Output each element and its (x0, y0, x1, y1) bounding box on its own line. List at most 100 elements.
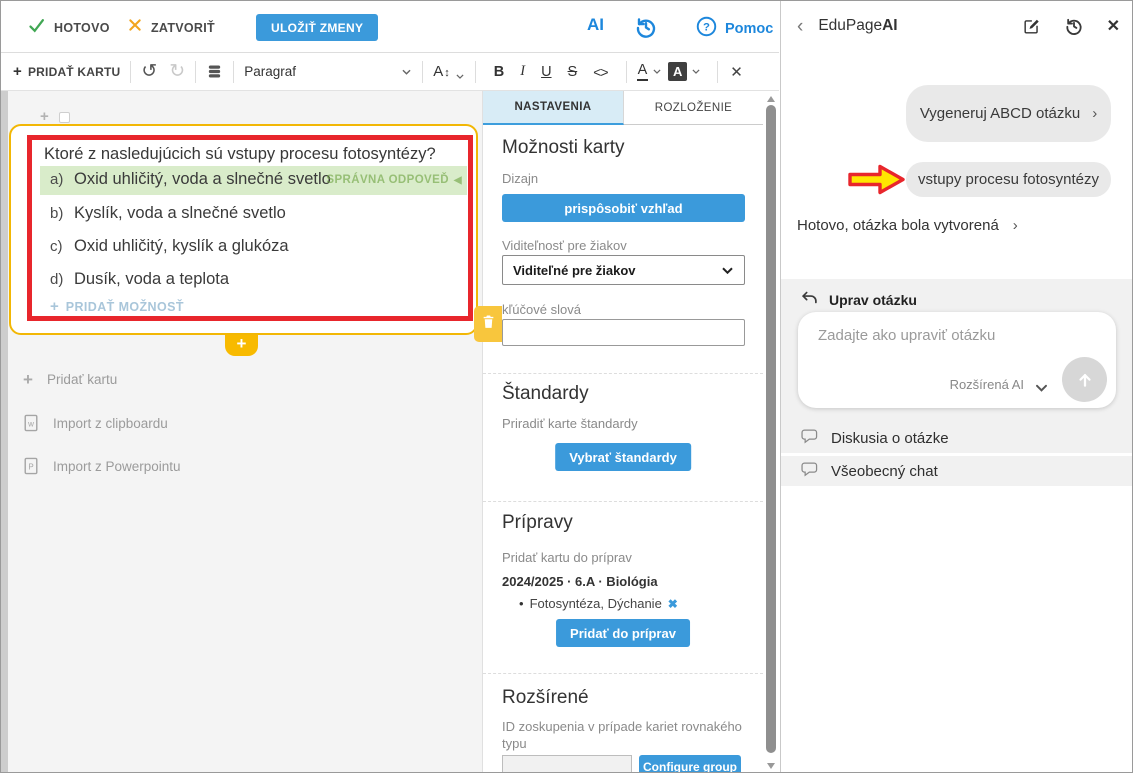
undo-icon[interactable]: ↺ (141, 62, 157, 81)
section-divider (483, 501, 763, 502)
paragraph-style-dropdown[interactable]: Paragraf (244, 64, 412, 79)
select-standards-button[interactable]: Vybrať štandardy (555, 443, 691, 471)
option-letter: d) (50, 271, 63, 288)
ai-panel-header: ‹ EduPageAI ✕ (781, 1, 1133, 51)
edit-question-header: Uprav otázku (801, 290, 917, 310)
done-button[interactable]: HOTOVO (28, 17, 110, 39)
card-options-title: Možnosti karty (502, 137, 745, 159)
tab-nastavenia[interactable]: NASTAVENIA (483, 91, 624, 125)
compose-icon[interactable] (1022, 17, 1041, 36)
import-clipboard-action[interactable]: w Import z clipboardu (23, 414, 168, 432)
svg-text:P: P (28, 463, 33, 472)
chevron-down-icon[interactable] (1035, 384, 1048, 393)
tab-rozlozenie[interactable]: ROZLOŽENIE (624, 91, 763, 125)
scrollbar-thumb[interactable] (766, 105, 776, 753)
toolbar-divider (233, 61, 234, 83)
question-card[interactable]: Ktoré z nasledujúcich sú vstupy procesu … (9, 124, 478, 335)
add-card-action[interactable]: + Pridať kartu (23, 371, 117, 388)
layers-stack-icon[interactable] (206, 63, 223, 80)
italic-button[interactable]: I (520, 63, 525, 80)
standards-subtitle: Priradiť karte štandardy (502, 416, 745, 431)
add-to-preparations-button[interactable]: Pridať do príprav (556, 619, 690, 647)
ai-toolbar-button[interactable]: AI (587, 15, 604, 35)
ai-title-suffix: AI (882, 17, 898, 34)
bold-button[interactable]: B (494, 64, 504, 80)
chevron-down-icon (691, 68, 701, 75)
chevron-down-icon (652, 68, 662, 75)
underline-button[interactable]: U (541, 64, 551, 80)
import-powerpoint-action[interactable]: P Import z Powerpointu (23, 457, 181, 475)
correct-answer-label: SPRÁVNA ODPOVEĎ (326, 174, 449, 186)
help-circle-icon: ? (696, 16, 717, 42)
visibility-select[interactable]: Viditeľné pre žiakov (502, 255, 745, 285)
font-color-letter: A (637, 62, 649, 81)
customize-appearance-button[interactable]: prispôsobiť vzhľad (502, 194, 745, 222)
edit-question-placeholder: Zadajte ako upraviť otázku (818, 327, 995, 344)
close-panel-icon[interactable]: ✕ (1107, 16, 1120, 36)
option-text[interactable]: Oxid uhličitý, kyslík a glukóza (74, 237, 289, 256)
preparations-title: Prípravy (502, 512, 745, 534)
add-option-button[interactable]: + PRIDAŤ MOŽNOSŤ (50, 298, 184, 315)
keywords-input[interactable] (502, 319, 745, 346)
ai-status-text: Hotovo, otázka bola vytvorená (797, 217, 999, 234)
option-text[interactable]: Oxid uhličitý, voda a slnečné svetlo (74, 170, 331, 189)
format-toolbar: + PRIDAŤ KARTU ↺ ↻ Paragraf A ↕ B I U S … (1, 53, 779, 91)
ai-suggestion-bubble[interactable]: Vygeneruj ABCD otázku › (906, 85, 1111, 142)
send-button[interactable] (1062, 357, 1107, 402)
edupage-editor-window: HOTOVO ZATVORIŤ ULOŽIŤ ZMENY AI ? Pomoc … (0, 0, 1133, 773)
discussion-label: Diskusia o otázke (831, 430, 949, 447)
answer-option-a[interactable]: a) Oxid uhličitý, voda a slnečné svetlo … (40, 166, 467, 195)
settings-scrollbar[interactable] (763, 91, 779, 773)
configure-group-button[interactable]: Configure group (639, 755, 741, 773)
close-document-button[interactable]: ZATVORIŤ (128, 18, 215, 37)
scroll-down-arrow-icon[interactable] (767, 763, 775, 769)
strikethrough-button[interactable]: S (568, 64, 578, 80)
design-label: Dizajn (502, 171, 745, 186)
font-size-dropdown[interactable]: A ↕ (433, 63, 465, 80)
add-option-label: PRIDAŤ MOŽNOSŤ (66, 300, 184, 314)
card-select-checkbox[interactable] (59, 112, 70, 123)
history-icon[interactable] (1064, 16, 1084, 36)
ai-panel-title: EduPageAI (818, 17, 897, 35)
general-chat-row[interactable]: Všeobecný chat (781, 456, 1133, 486)
delete-card-button[interactable] (474, 306, 502, 342)
standards-title: Štandardy (502, 383, 745, 405)
redo-icon[interactable]: ↻ (169, 62, 185, 81)
edit-question-input[interactable]: Zadajte ako upraviť otázku Rozšírená AI (798, 312, 1116, 408)
ai-title-prefix: EduPage (818, 17, 882, 34)
question-text[interactable]: Ktoré z nasledujúcich sú vstupy procesu … (44, 145, 436, 164)
discussion-row[interactable]: Diskusia o otázke (781, 423, 1133, 453)
group-id-input[interactable] (502, 755, 632, 773)
ai-model-label[interactable]: Rozšírená AI (950, 377, 1024, 392)
font-color-dropdown[interactable]: A (637, 62, 663, 81)
mini-add-icon[interactable]: + (40, 108, 49, 125)
import-powerpoint-label: Import z Powerpointu (53, 459, 181, 474)
user-prompt-bubble[interactable]: vstupy procesu fotosyntézy (906, 162, 1111, 197)
save-changes-button[interactable]: ULOŽIŤ ZMENY (256, 14, 378, 41)
option-letter: a) (50, 171, 63, 188)
code-button[interactable]: <> (593, 64, 607, 80)
correct-answer-badge: SPRÁVNA ODPOVEĎ ◀ (326, 174, 462, 186)
back-chevron-icon[interactable]: ‹ (797, 17, 803, 36)
option-text[interactable]: Dusík, voda a teplota (74, 270, 229, 289)
scroll-up-arrow-icon[interactable] (767, 96, 775, 102)
toolbar-divider (195, 61, 196, 83)
answer-option-b[interactable]: b) Kyslík, voda a slnečné svetlo (40, 200, 467, 229)
answer-option-c[interactable]: c) Oxid uhličitý, kyslík a glukóza (40, 233, 467, 262)
option-text[interactable]: Kyslík, voda a slnečné svetlo (74, 204, 286, 223)
chat-bubble-icon (801, 428, 819, 449)
add-card-action-label: Pridať kartu (47, 372, 117, 387)
preparations-subtitle: Pridať kartu do príprav (502, 550, 745, 565)
reply-arrow-icon (801, 290, 818, 310)
ai-status-message[interactable]: Hotovo, otázka bola vytvorená › (797, 217, 1018, 234)
highlight-color-dropdown[interactable]: A (668, 62, 701, 81)
remove-topic-icon[interactable]: ✖ (668, 597, 678, 611)
add-card-toolbar-button[interactable]: + PRIDAŤ KARTU (13, 63, 120, 80)
import-clipboard-label: Import z clipboardu (53, 416, 168, 431)
history-icon[interactable] (634, 15, 658, 44)
clear-formatting-button[interactable]: ✕ (730, 63, 743, 81)
svg-text:?: ? (703, 22, 710, 34)
add-card-below-button[interactable]: + (225, 335, 258, 356)
answer-option-d[interactable]: d) Dusík, voda a teplota (40, 266, 467, 295)
help-button[interactable]: ? Pomoc (696, 16, 773, 42)
